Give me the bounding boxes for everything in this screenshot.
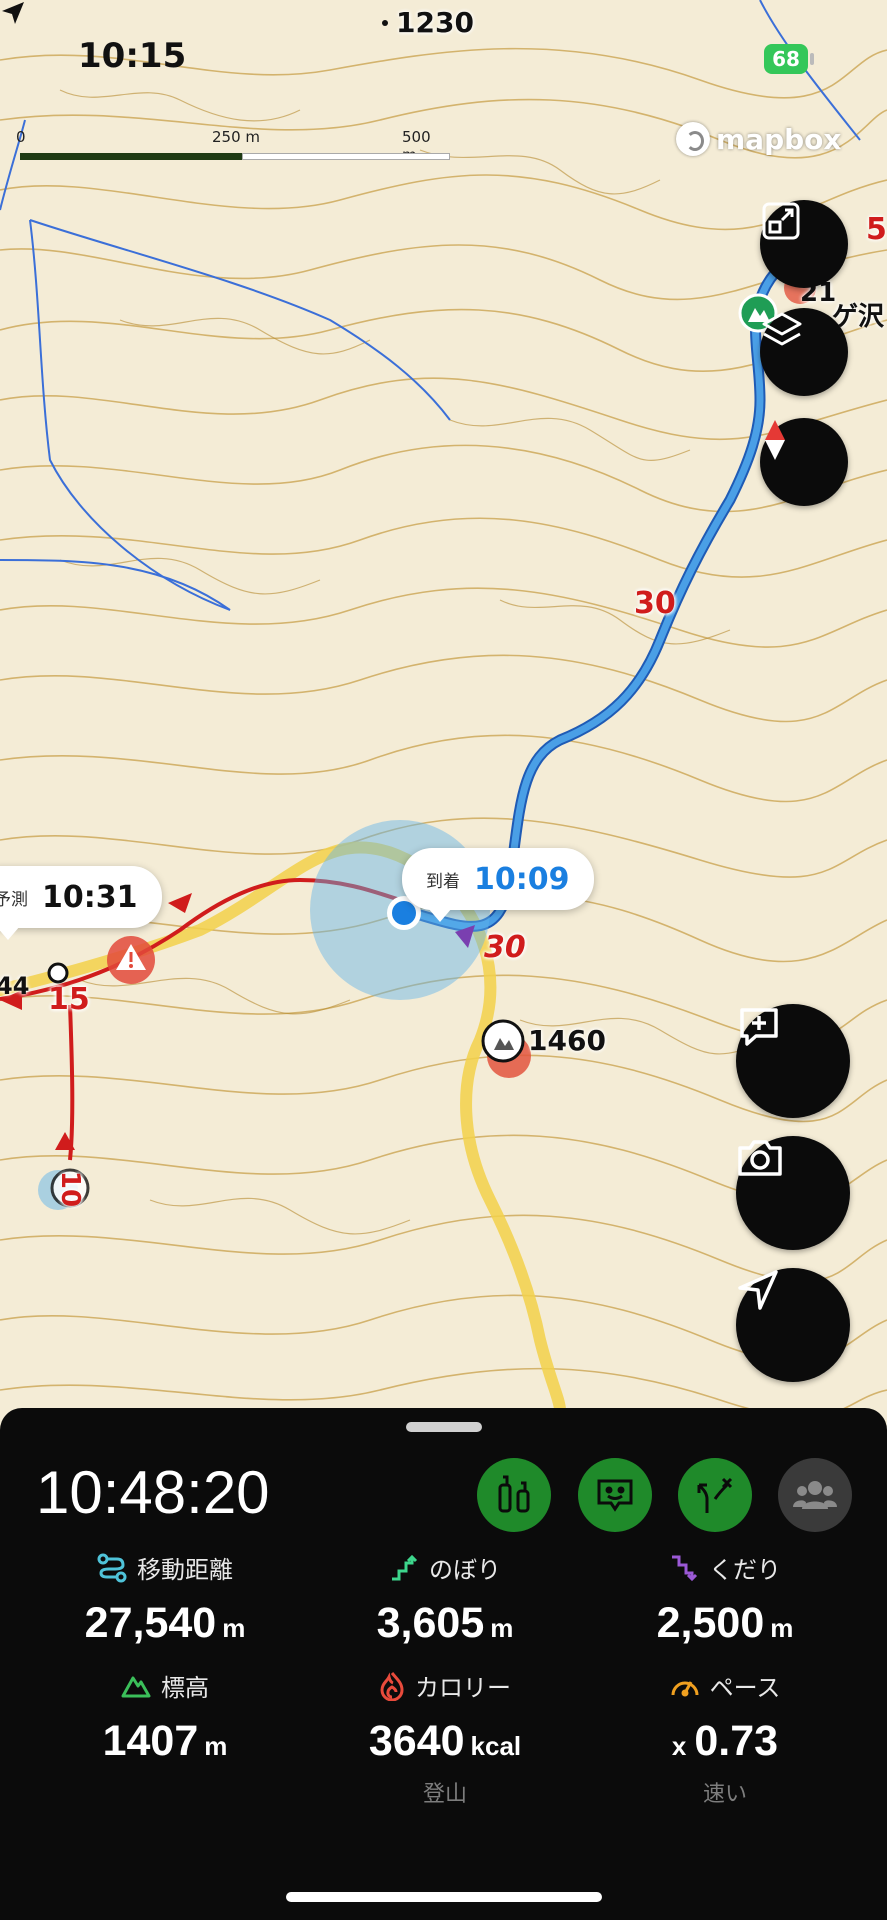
elevation-icon xyxy=(121,1676,151,1697)
stat-elevation: 標高 1407 m xyxy=(20,1668,310,1766)
stat-pace: ペース x 0.73 速い xyxy=(580,1668,870,1808)
status-time: 10:15 xyxy=(78,36,187,76)
add-memo-icon xyxy=(740,1008,778,1046)
battery-tip xyxy=(810,53,814,65)
compass-button[interactable] xyxy=(760,418,848,506)
camera-icon xyxy=(738,1140,782,1176)
panel-drag-handle[interactable] xyxy=(406,1422,482,1432)
distance-icon xyxy=(97,1553,127,1582)
elevation-label-partial: 44 xyxy=(0,972,30,1000)
face-mode-icon xyxy=(597,1479,633,1512)
stat-unit: m xyxy=(204,1731,228,1761)
scale-mid: 250 m xyxy=(212,128,261,146)
scale-bar-empty xyxy=(242,153,450,160)
pace-icon xyxy=(671,1680,699,1696)
layers-icon xyxy=(762,312,802,346)
stat-label: ペース xyxy=(709,1674,781,1702)
stat-note: 速い xyxy=(702,1782,747,1807)
stat-label: 標高 xyxy=(161,1674,209,1702)
stat-value: 3,605 xyxy=(376,1599,485,1647)
km-marker-30-track: 30 xyxy=(484,930,526,965)
fit-route-icon xyxy=(762,202,800,240)
bubble-tag: 予測 xyxy=(0,889,28,910)
stat-value: 1407 xyxy=(102,1717,199,1765)
km-label-partial: 5 xyxy=(866,212,887,247)
stat-value: 27,540 xyxy=(84,1599,217,1647)
arrival-time: 10:09 xyxy=(474,861,570,897)
activity-panel: 10:48:20 移動距離 27,540 m のぼり 3,605 m くだり 2… xyxy=(0,1408,887,1920)
stat-note: 登山 xyxy=(422,1782,467,1807)
km-marker-10-bottom: 10 xyxy=(55,1170,86,1208)
current-location-button[interactable] xyxy=(736,1268,850,1382)
predicted-time: 10:31 xyxy=(42,879,138,915)
stat-label: のぼり xyxy=(429,1556,501,1584)
bubble-tag: 到着 xyxy=(426,871,460,892)
stat-unit: kcal xyxy=(470,1731,522,1761)
stat-label: カロリー xyxy=(415,1674,511,1702)
stat-prefix: x xyxy=(671,1731,687,1761)
scale-bar-filled xyxy=(20,153,242,160)
compass-icon xyxy=(765,420,785,460)
route-mode-icon xyxy=(697,1477,733,1513)
fit-route-button[interactable] xyxy=(760,200,848,288)
map-scale: 0 250 m 500 m xyxy=(16,128,450,168)
trail-mode-button[interactable] xyxy=(477,1458,551,1532)
stat-value: 3640 xyxy=(368,1717,465,1765)
km-marker-15: 15 xyxy=(48,982,90,1017)
ascent-icon xyxy=(392,1554,418,1580)
descent-icon xyxy=(672,1555,698,1581)
trail-mode-icon xyxy=(498,1475,530,1513)
mapbox-attribution[interactable]: mapbox xyxy=(676,122,841,156)
camera-button[interactable] xyxy=(736,1136,850,1250)
arrival-time-bubble[interactable]: 到着 10:09 xyxy=(402,848,594,922)
map-view[interactable]: 10:15 68 0 250 m 500 m mapbox 1230 1460 … xyxy=(0,0,887,1410)
calorie-icon xyxy=(380,1671,404,1701)
group-button[interactable] xyxy=(778,1458,852,1532)
location-arrow-icon xyxy=(738,1270,778,1310)
stat-distance: 移動距離 27,540 m xyxy=(20,1550,310,1648)
map-layers-button[interactable] xyxy=(760,308,848,396)
peak-label-1460: 1460 xyxy=(528,1024,606,1057)
stat-calories: カロリー 3640 kcal 登山 xyxy=(300,1668,590,1808)
mapbox-wordmark: mapbox xyxy=(716,122,842,156)
add-memo-button[interactable] xyxy=(736,1004,850,1118)
mapbox-logo-icon xyxy=(676,122,710,156)
stat-descent: くだり 2,500 m xyxy=(580,1550,870,1648)
group-icon xyxy=(793,1481,837,1509)
elapsed-time: 10:48:20 xyxy=(36,1459,270,1526)
stat-ascent: のぼり 3,605 m xyxy=(300,1550,590,1648)
battery-indicator: 68 xyxy=(764,44,808,74)
predicted-time-bubble[interactable]: 予測 10:31 xyxy=(0,866,162,940)
home-indicator[interactable] xyxy=(286,1892,602,1902)
scale-zero: 0 xyxy=(16,128,26,146)
stat-value: 0.73 xyxy=(694,1717,779,1765)
stat-unit: m xyxy=(222,1613,246,1643)
route-mode-button[interactable] xyxy=(678,1458,752,1532)
stat-label: 移動距離 xyxy=(137,1556,233,1584)
stat-label: くだり xyxy=(709,1556,781,1584)
stat-unit: m xyxy=(770,1613,794,1643)
location-arrow-icon xyxy=(2,2,24,24)
face-mode-button[interactable] xyxy=(578,1458,652,1532)
stat-unit: m xyxy=(490,1613,514,1643)
km-marker-30-route: 30 xyxy=(634,586,676,621)
stat-value: 2,500 xyxy=(656,1599,765,1647)
peak-label-1230: 1230 xyxy=(396,6,474,39)
